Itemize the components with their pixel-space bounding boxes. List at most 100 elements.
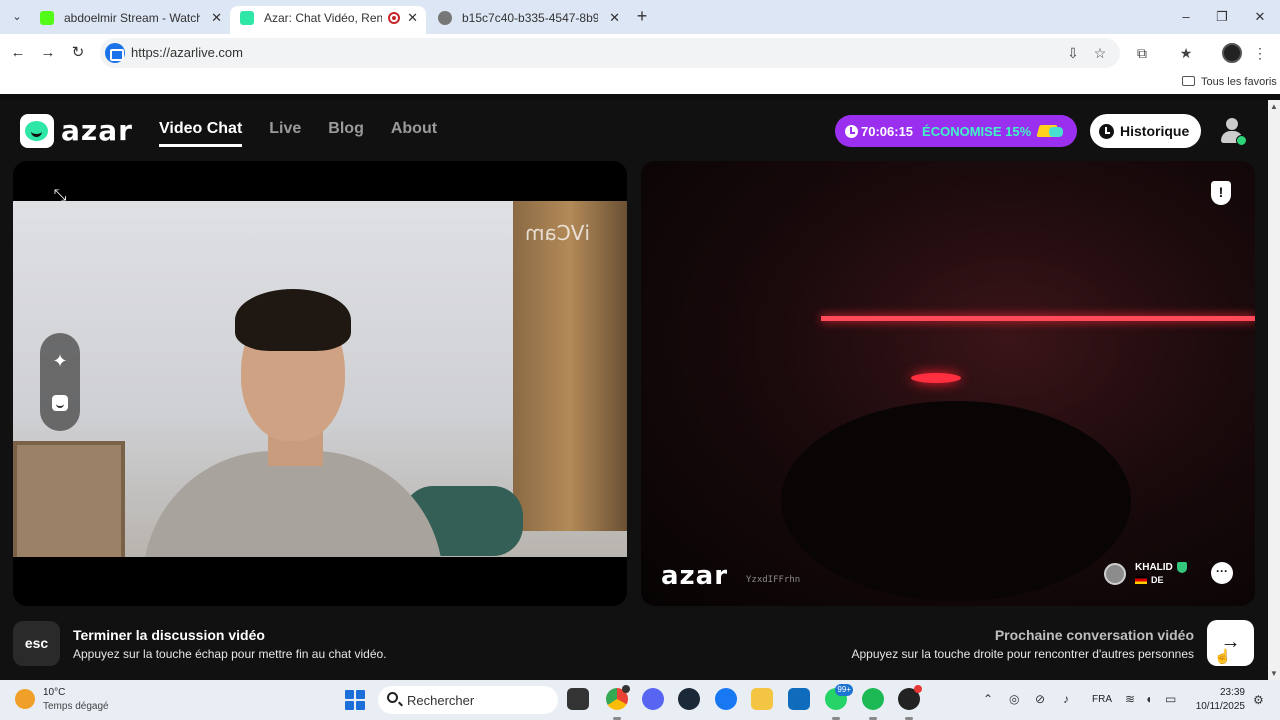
discord-icon[interactable] xyxy=(642,688,664,710)
start-tile xyxy=(356,701,365,710)
task-view-icon[interactable] xyxy=(567,688,589,710)
tab-close-icon[interactable]: ✕ xyxy=(609,6,620,30)
weather-moon-icon[interactable] xyxy=(15,689,35,709)
install-app-icon[interactable]: ⇩ xyxy=(1063,43,1083,63)
all-bookmarks-folder[interactable]: Tous les favoris xyxy=(1182,76,1277,88)
nav-blog[interactable]: Blog xyxy=(328,120,364,147)
bookmarks-bar: Tous les favoris xyxy=(0,72,1280,94)
tray-app-icon[interactable]: ◎ xyxy=(1009,692,1019,706)
sparkle-icon[interactable]: ✦ xyxy=(40,339,80,383)
browser-tab-bar: ⌄ abdoelmir Stream - Watch Live ✕ Azar: … xyxy=(0,0,1280,34)
history-label: Historique xyxy=(1120,123,1190,139)
minimize-button[interactable]: – xyxy=(1172,8,1200,26)
browser-tab-uuid[interactable]: b15c7c40-b335-4547-8b9e-5f ✕ xyxy=(428,6,628,34)
battery-icon[interactable]: ▭ xyxy=(1165,692,1176,706)
nav-video-chat[interactable]: Video Chat xyxy=(159,120,243,147)
face-filter-glyph xyxy=(52,395,68,411)
volume-icon[interactable]: ◖ xyxy=(1145,692,1152,706)
scroll-down-icon[interactable]: ▼ xyxy=(1270,669,1278,678)
browser-tab-kick[interactable]: abdoelmir Stream - Watch Live ✕ xyxy=(30,6,230,34)
scroll-up-icon[interactable]: ▲ xyxy=(1270,102,1278,111)
whatsapp-icon[interactable]: 99+ xyxy=(825,684,853,710)
obs-icon[interactable] xyxy=(898,685,922,710)
close-window-button[interactable]: ✕ xyxy=(1246,8,1274,26)
bookmark-star-icon[interactable]: ☆ xyxy=(1090,43,1110,63)
nav-live[interactable]: Live xyxy=(269,120,301,147)
address-bar[interactable]: https://azarlive.com xyxy=(100,38,1120,68)
tab-title: abdoelmir Stream - Watch Live xyxy=(64,11,200,25)
maximize-button[interactable]: ❐ xyxy=(1208,8,1236,26)
taskbar-search-label: Rechercher xyxy=(407,693,475,708)
kick-favicon-icon xyxy=(40,11,54,25)
browser-tab-azar[interactable]: Azar: Chat Vidéo, Rencontre ✕ xyxy=(230,6,426,34)
weather-temperature[interactable]: 10°C xyxy=(43,687,65,698)
next-chat-description: Appuyez sur la touche droite pour rencon… xyxy=(851,647,1195,661)
partner-avatar xyxy=(1104,563,1126,585)
tab-close-icon[interactable]: ✕ xyxy=(407,6,418,30)
partner-info[interactable]: KHALID DE xyxy=(1104,561,1194,591)
clock-date[interactable]: 10/11/2025 xyxy=(1187,701,1245,712)
site-info-icon[interactable] xyxy=(105,43,125,63)
person-hair xyxy=(235,289,351,351)
clock-time[interactable]: 23:39 xyxy=(1213,687,1245,698)
azar-favicon-icon xyxy=(240,11,254,25)
report-button[interactable]: ! xyxy=(1208,181,1234,207)
windows-start-icon[interactable] xyxy=(345,690,365,710)
remote-azar-logo: azar xyxy=(661,561,729,591)
weather-description[interactable]: Temps dégagé xyxy=(43,701,109,712)
taskbar-search[interactable]: Rechercher xyxy=(378,686,558,714)
globe-favicon-icon xyxy=(438,11,452,25)
bookmarks-folder-label: Tous les favoris xyxy=(1201,76,1277,88)
gems-icon xyxy=(1038,123,1064,139)
history-button[interactable]: Historique xyxy=(1090,114,1201,148)
menu-kebab-icon[interactable]: ⋮ xyxy=(1250,43,1270,63)
esc-key-button[interactable]: esc xyxy=(13,621,60,666)
partner-name: KHALID xyxy=(1135,562,1173,573)
background-headboard xyxy=(13,441,125,557)
end-chat-description: Appuyez sur la touche échap pour mettre … xyxy=(73,647,387,661)
language-indicator[interactable]: FRA xyxy=(1092,694,1112,705)
microphone-icon[interactable]: ♪ xyxy=(1063,692,1069,706)
facebook-icon[interactable] xyxy=(715,688,737,710)
chrome-profile-badge xyxy=(622,685,630,693)
local-video-panel: iVCam ⤡ ✦ xyxy=(13,161,627,606)
start-tile xyxy=(356,690,365,699)
new-tab-button[interactable]: + xyxy=(632,6,652,26)
promo-banner[interactable]: 70:06:15 ÉCONOMISE 15% xyxy=(835,115,1077,147)
background-wardrobe xyxy=(513,201,627,531)
favorites-star-icon[interactable]: ★ xyxy=(1176,43,1196,63)
page-scrollbar[interactable]: ▲ ▼ xyxy=(1268,100,1280,680)
user-avatar-icon[interactable] xyxy=(1216,115,1248,147)
nav-about[interactable]: About xyxy=(391,120,437,147)
recording-indicator-icon xyxy=(388,12,400,24)
tab-search-chevron-icon[interactable]: ⌄ xyxy=(8,8,26,26)
chrome-icon[interactable] xyxy=(606,685,630,710)
forward-button[interactable]: → xyxy=(38,43,58,63)
notification-bell-icon[interactable]: ⚙ xyxy=(1253,693,1264,707)
extensions-puzzle-icon[interactable]: ⧉ xyxy=(1132,43,1152,63)
back-button[interactable]: ← xyxy=(8,43,28,63)
url-text[interactable]: https://azarlive.com xyxy=(131,45,243,60)
promo-discount: ÉCONOMISE 15% xyxy=(922,123,1032,139)
chat-bubble-icon[interactable]: ··· xyxy=(1211,562,1233,584)
history-clock-icon xyxy=(1099,123,1114,139)
steam-icon[interactable] xyxy=(678,688,700,710)
tab-title: b15c7c40-b335-4547-8b9e-5f xyxy=(462,11,598,25)
tray-eye-off-icon[interactable]: ⊘ xyxy=(1035,692,1045,706)
tray-chevron-icon[interactable]: ⌃ xyxy=(983,692,993,706)
reload-button[interactable]: ↻ xyxy=(68,43,88,63)
spotify-icon[interactable] xyxy=(862,688,884,710)
azar-logo[interactable]: azar xyxy=(20,114,133,148)
tab-close-icon[interactable]: ✕ xyxy=(211,6,222,30)
avatar-head xyxy=(1226,118,1238,130)
collapse-icon[interactable]: ⤡ xyxy=(40,178,80,214)
face-filter-icon[interactable] xyxy=(40,381,80,425)
wifi-icon[interactable]: ≋ xyxy=(1125,692,1135,706)
microsoft-store-icon[interactable] xyxy=(788,688,810,710)
profile-avatar-icon[interactable] xyxy=(1222,43,1242,63)
red-glow-light xyxy=(911,373,961,383)
azar-logo-icon xyxy=(20,114,54,148)
file-explorer-icon[interactable] xyxy=(751,688,773,710)
azar-page: azar Video Chat Live Blog About 70:06:15… xyxy=(0,100,1268,680)
end-chat-title: Terminer la discussion vidéo xyxy=(73,627,265,643)
